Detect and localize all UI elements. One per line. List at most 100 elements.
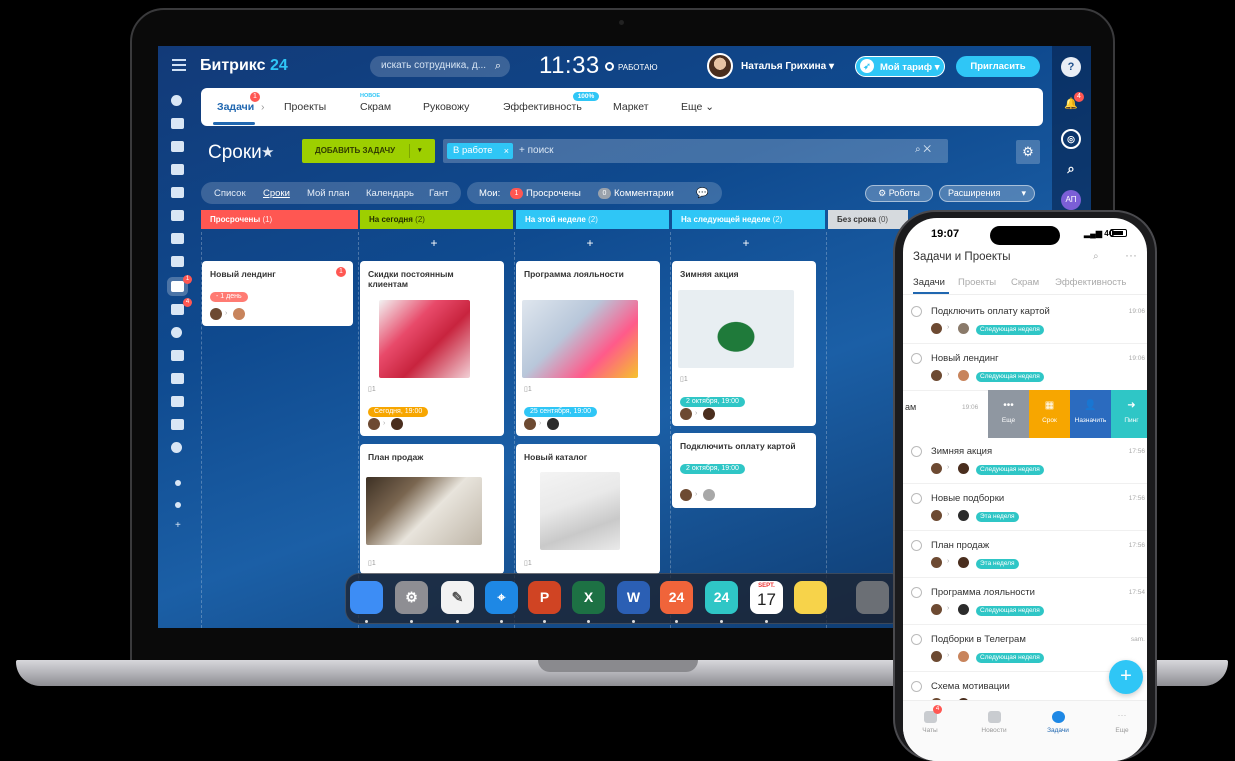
search-icon[interactable]: ⌕ [1093,251,1099,262]
box-icon[interactable] [171,419,184,430]
view-list[interactable]: Список [214,188,246,199]
search-icon[interactable]: ⌕ [1061,159,1081,179]
tab-market[interactable]: Маркет [613,101,649,113]
mail-icon[interactable] [171,233,184,244]
add-task-fab[interactable]: + [1109,660,1143,694]
swiped-task-row[interactable]: ам 19:06 ••• Еще ▦ Срок 👤 Назначить ➜ Пинг [903,390,1147,438]
gear-icon[interactable]: ⚙ [1016,140,1040,164]
phone-tab-scrum[interactable]: Скрам [1011,277,1039,288]
word-app[interactable]: W [617,581,650,614]
robots-button[interactable]: ⚙ Роботы [865,185,933,202]
add-card-plus-icon[interactable]: + [736,236,756,250]
bitrix-app[interactable]: 24 [705,581,738,614]
view-my-plan[interactable]: Мой план [307,188,349,199]
tab-supervising[interactable]: Руковожу [423,101,469,113]
chat-icon[interactable]: 💬 [696,188,708,199]
phone-tab-efficiency[interactable]: Эффективность [1055,277,1126,288]
list-item[interactable]: Программа лояльности 17:54 › Следующая неде… [903,579,1147,625]
work-status-button[interactable]: РАБОТАЮ [605,62,658,72]
chevron-down-icon[interactable]: ▾ [418,139,422,163]
view-deadlines[interactable]: Сроки [263,188,290,199]
more-circle-icon[interactable] [171,442,182,453]
settings-app[interactable]: ⚙ [395,581,428,614]
task-card[interactable]: Новый лендинг 1 - 1 день › [202,261,353,326]
calendar-app[interactable]: SEPT. 17 [750,581,783,614]
comments-filter[interactable]: Комментарии [614,188,674,199]
feed-icon[interactable] [171,118,184,129]
employee-search-input[interactable]: искать сотрудника, д... ⌕ [370,56,510,77]
phone-tab-tasks[interactable]: Задачи [913,277,945,288]
sitemap-icon[interactable] [175,480,181,486]
tab-projects[interactable]: Проекты [284,101,326,113]
task-checkbox[interactable] [911,446,922,457]
view-gantt[interactable]: Гант [429,188,449,199]
task-checkbox[interactable] [911,306,922,317]
list-item[interactable]: Подключить оплату картой 19:06 › Следующая … [903,298,1147,344]
stream-icon[interactable] [171,95,182,106]
crm-filter-icon[interactable] [171,304,184,315]
chat-icon[interactable]: ◎ [1061,129,1081,149]
avatar[interactable] [707,53,733,79]
phone-tab-projects[interactable]: Проекты [958,277,996,288]
contact-center-icon[interactable] [171,373,184,384]
task-card[interactable]: Новый каталог ▯1 [516,444,660,574]
tab-tasks[interactable]: Задачи [217,101,254,113]
task-card[interactable]: Подключить оплату картой 2 октября, 19:0… [672,433,816,508]
task-checkbox[interactable] [911,634,922,645]
drive-icon[interactable] [171,210,184,221]
overdue-filter[interactable]: Просрочены [526,188,581,199]
help-icon[interactable]: ? [1061,57,1081,77]
swipe-action-2[interactable]: 👤 Назначить [1070,390,1111,438]
powerpoint-app[interactable]: P [528,581,561,614]
task-checkbox[interactable] [911,353,922,364]
search-clear-icons[interactable]: ⌕ ✕ [915,144,931,155]
swipe-action-3[interactable]: ➜ Пинг [1111,390,1147,438]
task-checkbox[interactable] [911,540,922,551]
swipe-action-1[interactable]: ▦ Срок [1029,390,1070,438]
calendar-icon[interactable] [171,164,184,175]
tab-more[interactable]: Еще ⌄ [681,101,714,113]
list-item[interactable]: Зимняя акция 17:56 › Следующая неделя [903,438,1147,484]
list-item[interactable]: Подборки в Телеграм sam. › Следующая неделя [903,626,1147,672]
task-card[interactable]: План продаж ▯1 [360,444,504,574]
bitrix-logo[interactable]: Битрикс 24 [200,57,288,75]
task-checkbox[interactable] [911,493,922,504]
task-checkbox[interactable] [911,681,922,692]
menu-icon[interactable] [172,59,186,71]
filter-chip-in-progress[interactable]: В работе × [447,143,513,159]
excel-app[interactable]: X [572,581,605,614]
list-item[interactable]: Новый лендинг 19:06 › Следующая неделя [903,345,1147,391]
bitrix-chat-app[interactable]: 24 [660,581,693,614]
task-card[interactable]: Программа лояльности ▯1 25 сентября, 19:… [516,261,660,436]
employees-icon[interactable] [171,256,184,267]
extensions-button[interactable]: Расширения ▾ [939,185,1035,202]
filter-search-input[interactable]: В работе × + поиск ⌕ ✕ [443,139,948,163]
document-icon[interactable] [171,187,184,198]
gear-icon[interactable] [175,502,181,508]
user-name[interactable]: Наталья Грихина ▾ [741,61,834,72]
nav-news[interactable]: Новости [969,711,1019,734]
view-calendar[interactable]: Календарь [366,188,414,199]
close-icon[interactable]: × [504,143,509,159]
target-icon[interactable] [171,327,182,338]
task-card[interactable]: Зимняя акция ▯1 2 октября, 19:00 › [672,261,816,426]
plus-icon[interactable]: + [175,521,181,531]
chat-icon[interactable] [171,141,184,152]
avatar-initials[interactable]: АП [1061,190,1081,210]
finder-app[interactable] [350,581,383,614]
tab-efficiency[interactable]: Эффективность [503,101,582,113]
tasks-icon[interactable] [171,281,184,292]
robot-icon[interactable] [171,396,184,407]
cart-icon[interactable] [171,350,184,361]
task-checkbox[interactable] [911,587,922,598]
stickies-app[interactable] [794,581,827,614]
add-task-button[interactable]: ДОБАВИТЬ ЗАДАЧУ ▾ [302,139,435,163]
more-icon[interactable]: ··· [1125,248,1137,262]
add-card-plus-icon[interactable]: + [424,236,444,250]
nav-more[interactable]: ··· Еще [1097,711,1147,735]
my-tariff-button[interactable]: ➶ Мой тариф ▾ [855,56,945,77]
nav-chats[interactable]: Чаты [905,711,955,734]
list-item[interactable]: Новые подборки 17:56 › Эта неделя [903,485,1147,531]
list-item[interactable]: План продаж 17:56 › Эта неделя [903,532,1147,578]
nav-tasks[interactable]: Задачи [1033,711,1083,734]
